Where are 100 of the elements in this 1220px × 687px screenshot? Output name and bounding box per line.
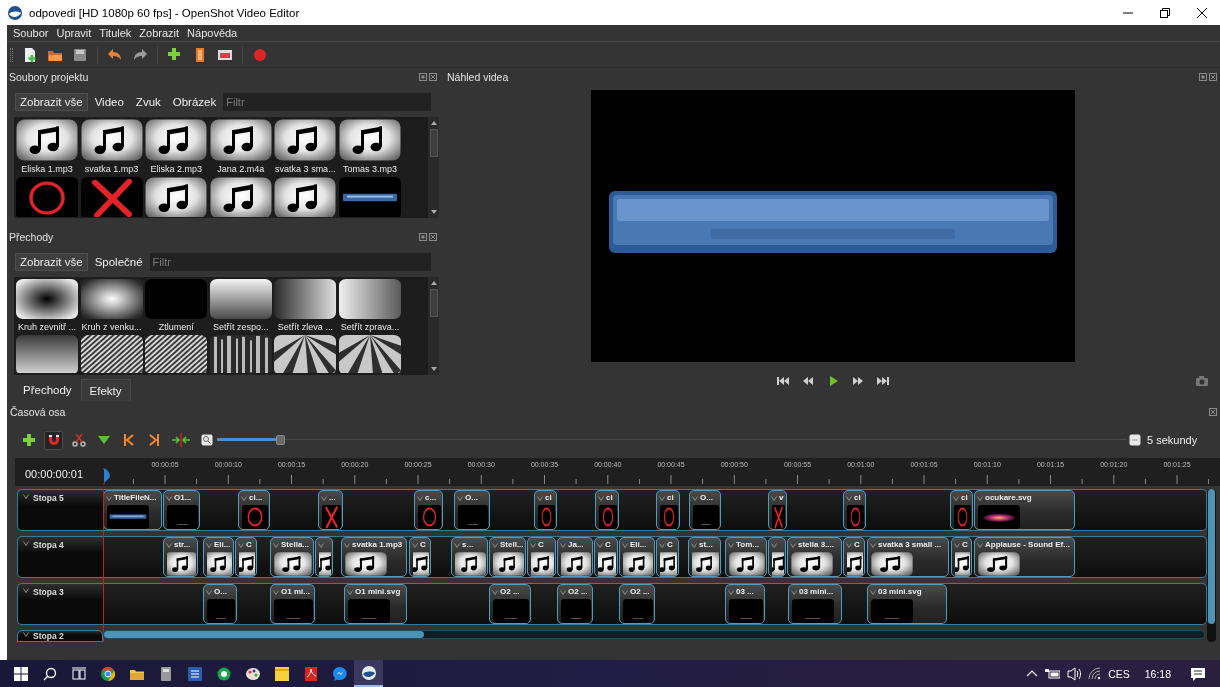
- caret-icon[interactable]: [953, 495, 959, 501]
- panel-tab[interactable]: Efekty: [80, 379, 131, 401]
- grid-item[interactable]: Kruh z venku...: [79, 279, 144, 335]
- caret-icon[interactable]: [728, 542, 734, 548]
- wifi-icon[interactable]: [1088, 667, 1102, 680]
- timeline-clip[interactable]: C: [594, 537, 618, 577]
- grid-item[interactable]: [337, 335, 402, 373]
- timeline-clip[interactable]: O1...: [163, 490, 200, 530]
- timeline-clip[interactable]: C: [656, 537, 679, 577]
- timeline-clip[interactable]: O2 ...: [489, 584, 531, 624]
- caret-icon[interactable]: [954, 542, 960, 548]
- caret-icon[interactable]: [622, 589, 628, 595]
- caret-icon[interactable]: [273, 589, 279, 595]
- caret-icon[interactable]: [23, 541, 29, 546]
- zoom-slider[interactable]: [217, 435, 1127, 445]
- caret-icon[interactable]: [771, 542, 777, 548]
- timeline-clip[interactable]: v: [768, 490, 787, 530]
- timeline-clip[interactable]: O1 mi...: [270, 584, 315, 624]
- menu-item[interactable]: Upravit: [52, 27, 96, 39]
- caret-icon[interactable]: [728, 589, 734, 595]
- grid-item[interactable]: svatka 3 sma...: [273, 119, 338, 177]
- timeline-clip[interactable]: ci: [595, 490, 619, 530]
- caret-icon[interactable]: [846, 495, 852, 501]
- snap-button[interactable]: [44, 430, 63, 450]
- timeline-clip[interactable]: O...: [689, 490, 721, 530]
- caret-icon[interactable]: [492, 589, 498, 595]
- filter-tab[interactable]: Zobrazit vše: [15, 93, 88, 111]
- zoom-icon[interactable]: [201, 434, 213, 446]
- caret-icon[interactable]: [560, 589, 566, 595]
- maximize-icon[interactable]: [1159, 7, 1170, 18]
- caret-icon[interactable]: [791, 589, 797, 595]
- caret-icon[interactable]: [206, 542, 212, 548]
- timeline-clip[interactable]: ci: [843, 490, 866, 530]
- caret-icon[interactable]: [238, 542, 244, 548]
- filter-tab[interactable]: Obrázek: [167, 93, 222, 111]
- timeline-clip[interactable]: [315, 537, 333, 577]
- scrollbar[interactable]: [428, 277, 439, 375]
- center-playhead-icon[interactable]: [172, 433, 190, 447]
- grid-item[interactable]: Kruh zevnitř ...: [15, 279, 79, 335]
- grid-item[interactable]: Setřít zespo...: [208, 279, 273, 335]
- timeline-clip[interactable]: O2 ...: [619, 584, 655, 624]
- caret-icon[interactable]: [870, 542, 876, 548]
- caret-icon[interactable]: [846, 542, 852, 548]
- grid-item[interactable]: [144, 335, 209, 373]
- caret-icon[interactable]: [166, 542, 172, 548]
- grid-item[interactable]: Setřít zprava...: [337, 279, 402, 335]
- timeline-clip[interactable]: svatka 1.mp3: [341, 537, 407, 577]
- timeline-clip[interactable]: c...: [414, 490, 443, 530]
- caret-icon[interactable]: [106, 495, 112, 501]
- menu-item[interactable]: Zobrazit: [135, 27, 184, 39]
- grid-item[interactable]: [208, 335, 273, 373]
- caret-icon[interactable]: [23, 494, 29, 499]
- timeline-clip[interactable]: ci...: [238, 490, 270, 530]
- timeline-clip[interactable]: st...: [688, 537, 721, 577]
- timeline-clip[interactable]: str...: [163, 537, 198, 577]
- timeline-clip[interactable]: O...: [454, 490, 490, 530]
- float-icon[interactable]: [1199, 73, 1207, 81]
- caret-icon[interactable]: [977, 542, 983, 548]
- filter-tab[interactable]: Video: [89, 93, 129, 111]
- scrollbar[interactable]: [428, 117, 439, 218]
- caret-icon[interactable]: [457, 495, 463, 501]
- timeline-clip[interactable]: Ja...: [557, 537, 593, 577]
- caret-icon[interactable]: [166, 495, 172, 501]
- timeline-clip[interactable]: Stella...: [270, 537, 314, 577]
- caret-icon[interactable]: [23, 632, 29, 637]
- caret-icon[interactable]: [598, 495, 604, 501]
- timeline-clip[interactable]: 03 ...: [725, 584, 765, 624]
- caret-icon[interactable]: [412, 542, 418, 548]
- timeline-clip[interactable]: Applause - Sound Ef...: [974, 537, 1075, 577]
- grid-item[interactable]: [273, 177, 338, 217]
- filter-tab[interactable]: Společné: [89, 253, 148, 271]
- marker-icon[interactable]: [97, 434, 111, 446]
- grid-item[interactable]: Eliska 1.mp3: [15, 119, 79, 177]
- timeline-clip[interactable]: Eli...: [203, 537, 234, 577]
- caret-icon[interactable]: [530, 542, 536, 548]
- record-icon[interactable]: [252, 46, 268, 63]
- chevron-up-icon[interactable]: [1026, 669, 1039, 678]
- skip-start-icon[interactable]: [776, 376, 789, 386]
- task-view-icon[interactable]: [71, 666, 86, 681]
- timeline-clip[interactable]: C: [527, 537, 556, 577]
- search-field[interactable]: Filtr: [149, 253, 431, 271]
- caret-icon[interactable]: [241, 495, 247, 501]
- caret-icon[interactable]: [321, 495, 327, 501]
- timeline-clip[interactable]: O1 mini.svg: [344, 584, 407, 624]
- timeline-clip[interactable]: Tom...: [725, 537, 767, 577]
- caret-icon[interactable]: [659, 495, 665, 501]
- timeline-clip[interactable]: O...: [203, 584, 237, 624]
- menu-item[interactable]: Nápověda: [183, 27, 242, 39]
- scrollbar[interactable]: [103, 630, 1205, 639]
- previous-marker-icon[interactable]: [122, 433, 136, 447]
- menu-item[interactable]: Soubor: [9, 27, 53, 39]
- filter-tab[interactable]: Zobrazit vše: [15, 253, 88, 271]
- plus-icon[interactable]: [22, 433, 36, 447]
- timeline-clip[interactable]: ocukare.svg: [974, 490, 1075, 530]
- search-icon[interactable]: [42, 666, 57, 681]
- rewind-icon[interactable]: [801, 376, 814, 386]
- fast-forward-icon[interactable]: [851, 376, 864, 386]
- slider-thumb[interactable]: [275, 435, 285, 445]
- grid-item[interactable]: Tomas 3.mp3: [337, 119, 402, 177]
- grid-item[interactable]: [79, 335, 144, 373]
